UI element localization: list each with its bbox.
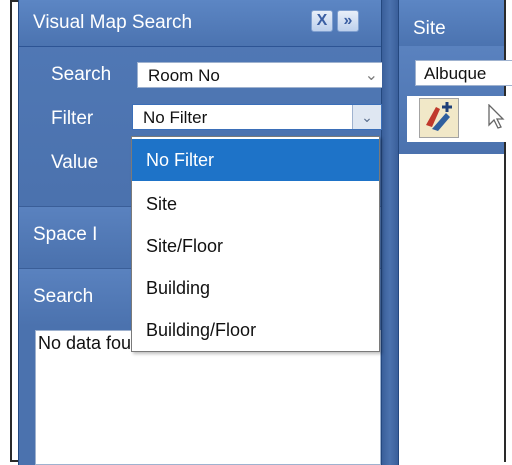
chevron-down-icon[interactable]: ⌄ — [352, 105, 381, 129]
search-select[interactable]: Room No ⌄ — [137, 62, 387, 88]
panel-splitter[interactable] — [382, 0, 398, 465]
dropdown-option-no-filter[interactable]: No Filter — [132, 139, 379, 181]
space-section-label: Space I — [33, 224, 98, 245]
site-select-value: Albuque — [424, 64, 487, 83]
chevron-down-icon: ⌄ — [364, 67, 378, 84]
collapse-panel-icon[interactable]: » — [337, 10, 359, 32]
site-panel: Site Albuque — [398, 0, 512, 465]
site-toolbar: Albuque — [399, 46, 512, 154]
site-select[interactable]: Albuque — [415, 60, 512, 86]
close-icon[interactable]: X — [311, 10, 333, 32]
filter-select-value: No Filter — [143, 108, 208, 127]
filter-dropdown-list: No Filter Site Site/Floor Building Build… — [131, 136, 380, 352]
search-section-label: Search — [33, 286, 94, 307]
value-label: Value — [51, 152, 99, 173]
site-panel-header: Site — [399, 0, 504, 46]
filter-select[interactable]: No Filter ⌄ — [132, 104, 382, 130]
map-pin-add-icon[interactable] — [419, 98, 459, 138]
map-tool-strip — [407, 96, 507, 142]
dropdown-option-building[interactable]: Building — [132, 267, 379, 309]
filter-label: Filter — [51, 108, 94, 129]
dropdown-option-site-floor[interactable]: Site/Floor — [132, 225, 379, 267]
dropdown-option-site[interactable]: Site — [132, 183, 379, 225]
cursor-arrow-icon[interactable] — [487, 104, 505, 130]
search-label: Search — [51, 64, 112, 85]
site-panel-title: Site — [413, 18, 446, 39]
panel-header: Visual Map Search X » — [19, 0, 381, 47]
panel-title: Visual Map Search — [33, 12, 193, 33]
search-select-value: Room No — [148, 66, 220, 85]
dropdown-option-building-floor[interactable]: Building/Floor — [132, 309, 379, 351]
